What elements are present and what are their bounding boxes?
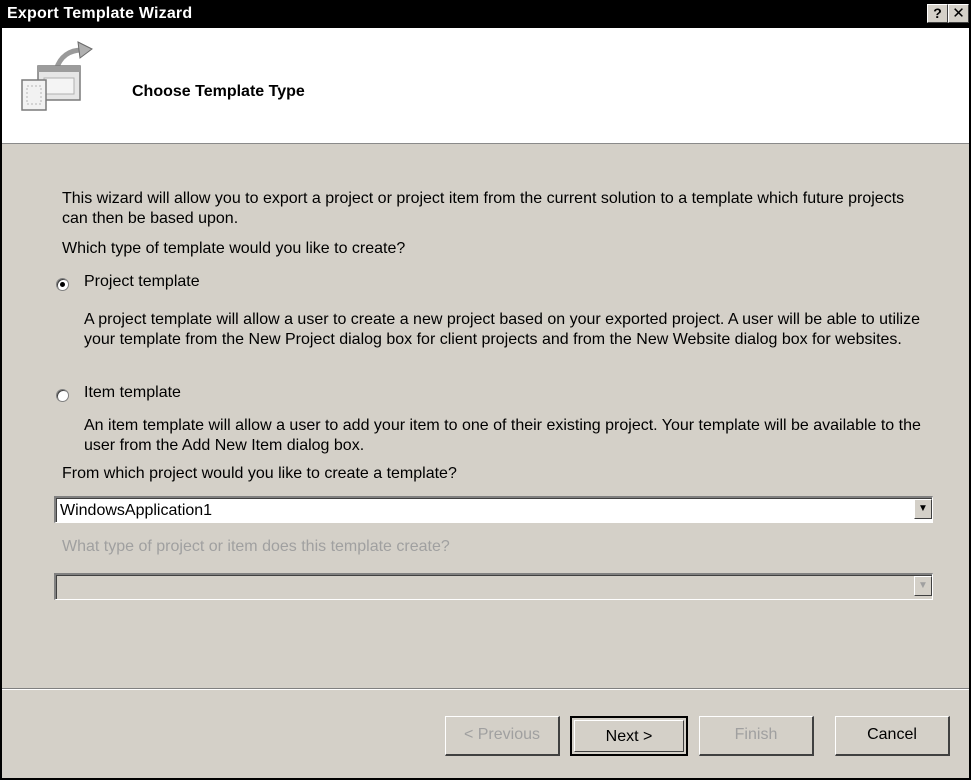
template-output-type-label: What type of project or item does this t…: [62, 538, 450, 555]
title-bar[interactable]: Export Template Wizard ? ✕: [2, 0, 969, 28]
template-output-type-dropdown[interactable]: ▼: [54, 573, 933, 600]
window-title: Export Template Wizard: [7, 5, 193, 22]
finish-button[interactable]: Finish: [699, 716, 814, 756]
wizard-header: Choose Template Type: [2, 28, 969, 144]
template-wizard-icon: [21, 41, 93, 111]
next-button[interactable]: Next >: [570, 716, 688, 756]
cancel-button[interactable]: Cancel: [835, 716, 950, 756]
intro-text: This wizard will allow you to export a p…: [62, 190, 905, 227]
chevron-down-icon[interactable]: ▼: [914, 499, 932, 519]
source-project-label: From which project would you like to cre…: [62, 465, 457, 482]
project-template-radio[interactable]: [56, 278, 69, 291]
project-template-label[interactable]: Project template: [84, 272, 200, 292]
source-project-dropdown[interactable]: WindowsApplication1 ▼: [54, 496, 933, 523]
previous-button[interactable]: < Previous: [445, 716, 560, 756]
close-button[interactable]: ✕: [948, 4, 969, 23]
page-title: Choose Template Type: [132, 83, 305, 100]
help-button[interactable]: ?: [927, 4, 948, 23]
next-button-label: Next >: [574, 720, 684, 752]
template-type-question: Which type of template would you like to…: [62, 240, 406, 257]
item-template-description: An item template will allow a user to ad…: [84, 417, 921, 454]
export-template-wizard-dialog: Export Template Wizard ? ✕ Choose Templa…: [0, 0, 971, 780]
chevron-down-icon[interactable]: ▼: [914, 576, 932, 596]
footer-divider: [2, 688, 969, 690]
source-project-value: WindowsApplication1: [60, 502, 213, 519]
project-template-description: A project template will allow a user to …: [84, 311, 921, 348]
item-template-radio[interactable]: [56, 389, 69, 402]
item-template-label[interactable]: Item template: [84, 383, 181, 403]
